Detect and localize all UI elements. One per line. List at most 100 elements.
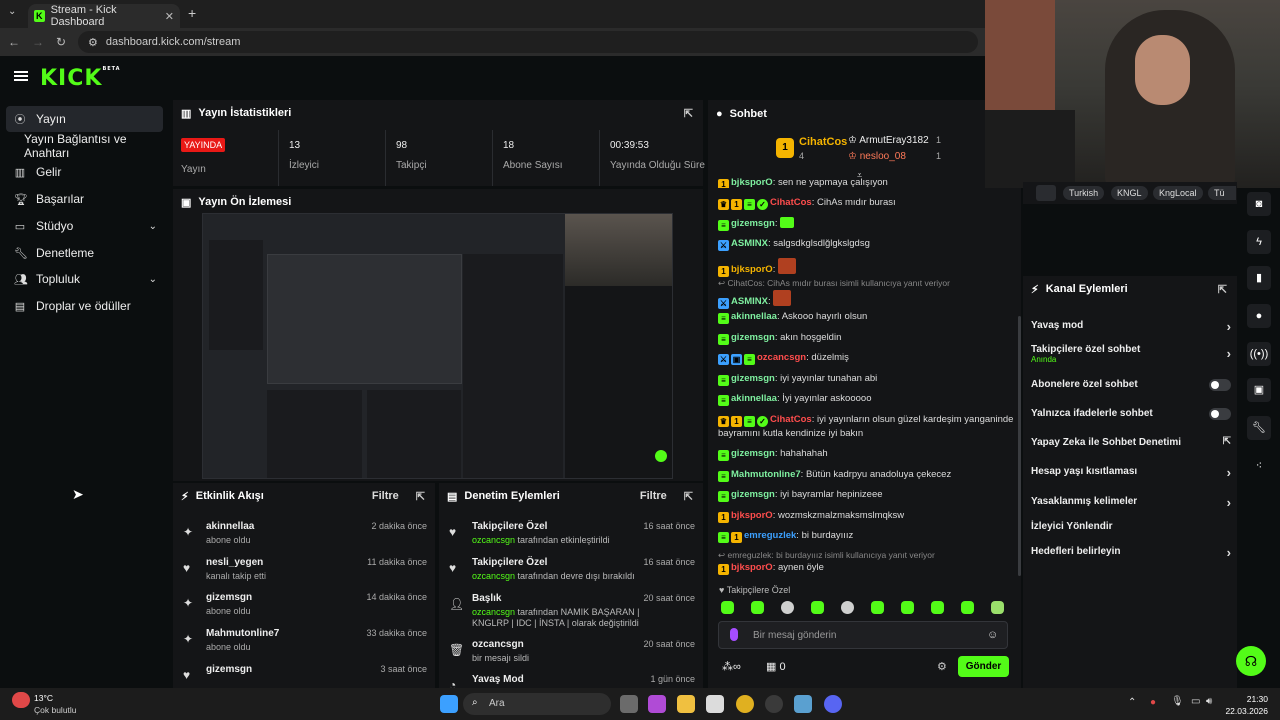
activity-user[interactable]: akinnellaa (206, 521, 254, 532)
chat-username[interactable]: CihatCos (770, 414, 812, 425)
broadcast-icon[interactable]: ((•)) (1247, 342, 1271, 366)
document-icon[interactable]: ▮ (1247, 266, 1271, 290)
sidebar-item-community[interactable]: 👥︎ Topluluk ⌄ (6, 266, 163, 292)
weather-desc[interactable]: Çok bulutlu (34, 705, 77, 715)
chat-username[interactable]: bjksporO (731, 264, 773, 275)
chat-username[interactable]: bjksporO (731, 562, 773, 573)
chat-username[interactable]: Mahmutonline7 (731, 469, 801, 480)
sidebar-item-drops[interactable]: ▤ Droplar ve ödüller (6, 293, 163, 319)
tray-display-icon[interactable]: ▭ (1191, 696, 1200, 707)
dots-icon[interactable]: ⁖ (1247, 454, 1271, 478)
action-raid[interactable]: İzleyici Yönlendir (1031, 521, 1231, 532)
emote-icon[interactable] (871, 601, 884, 614)
support-chat-button[interactable]: ☊ (1236, 646, 1266, 676)
action-account-age[interactable]: Hesap yaşı kısıtlaması › (1031, 465, 1231, 480)
kick-logo[interactable]: KICKBETA (40, 66, 121, 91)
chat-username[interactable]: akinnellaa (731, 311, 777, 322)
tray-speaker-icon[interactable]: 🔊︎ (1206, 696, 1212, 707)
tray-app-icon[interactable]: ● (1150, 697, 1156, 708)
chat-username[interactable]: gizemsgn (731, 489, 775, 500)
chat-username[interactable]: emreguzlek (744, 530, 796, 541)
expand-icon[interactable]: ⇱ (416, 490, 425, 503)
sidebar-item-stream-key[interactable]: Yayın Bağlantısı ve Anahtarı (16, 132, 173, 160)
chat-username[interactable]: ASMINX (731, 296, 768, 307)
windows-start-icon[interactable] (440, 695, 458, 713)
emote-icon[interactable] (931, 601, 944, 614)
chat-username[interactable]: gizemsgn (731, 448, 775, 459)
weather-icon[interactable] (12, 692, 30, 708)
emotes-only-toggle[interactable] (1209, 408, 1231, 420)
copilot-icon[interactable] (648, 695, 666, 713)
moderator-name[interactable]: ozcancsgn (472, 571, 515, 581)
emote-icon[interactable] (751, 601, 764, 614)
emoji-picker-icon[interactable]: ☺ (987, 629, 998, 641)
chat-username[interactable]: ASMINX (731, 238, 768, 249)
discord-icon[interactable] (824, 695, 842, 713)
sidebar-item-revenue[interactable]: ▥ Gelir (6, 159, 163, 185)
stream-tag[interactable]: Tü (1208, 186, 1236, 200)
microphone-icon[interactable] (730, 628, 738, 641)
chrome-icon[interactable] (736, 695, 754, 713)
weather-temp[interactable]: 13°C (34, 693, 53, 703)
action-ai-moderation[interactable]: Yapay Zeka ile Sohbet Denetimi ⇱ (1031, 436, 1231, 448)
emote-icon[interactable] (901, 601, 914, 614)
action-goals[interactable]: Hedefleri belirleyin › (1031, 545, 1231, 560)
send-button[interactable]: Gönder (958, 656, 1009, 677)
tray-mic-icon[interactable]: 🎙︎ (1171, 696, 1184, 707)
tab-search-icon[interactable]: ⌄ (8, 6, 16, 17)
stream-tag[interactable]: KngLocal (1153, 186, 1203, 200)
stream-preview-video[interactable] (202, 213, 673, 479)
activity-user[interactable]: Mahmutonline7 (206, 628, 279, 639)
subscribers-only-toggle[interactable] (1209, 379, 1231, 391)
store-icon[interactable] (706, 695, 724, 713)
chat-username[interactable]: gizemsgn (731, 332, 775, 343)
expand-icon[interactable]: ⇱ (684, 490, 693, 503)
site-info-icon[interactable]: ⚙ (88, 36, 98, 49)
sidebar-item-moderation[interactable]: 🔧︎ Denetleme (6, 240, 163, 266)
taskbar-search[interactable]: ⌕ Ara (463, 693, 611, 715)
back-icon[interactable]: ← (8, 35, 20, 49)
chat-bubble-icon[interactable]: ● (1247, 304, 1271, 328)
address-bar[interactable]: ⚙ dashboard.kick.com/stream (78, 31, 978, 53)
moderator-name[interactable]: ozcancsgn (472, 535, 515, 545)
sidebar-item-stream[interactable]: ⦿ Yayın (6, 106, 163, 132)
moderation-action[interactable]: ozcancsgn (472, 639, 524, 650)
chat-username[interactable]: akinnellaa (731, 393, 777, 404)
forward-icon[interactable]: → (32, 35, 44, 49)
task-view-icon[interactable] (620, 695, 638, 713)
gift-counter[interactable]: ▦ 0 (766, 660, 786, 673)
stream-tag[interactable]: KNGL (1111, 186, 1148, 200)
chat-username[interactable]: bjksporO (731, 510, 773, 521)
chat-settings-icon[interactable]: ⚙ (937, 660, 947, 673)
emote-icon[interactable] (841, 601, 854, 614)
activity-filter-button[interactable]: Filtre (372, 490, 399, 502)
close-tab-icon[interactable]: ✕ (165, 10, 174, 23)
menu-icon[interactable] (14, 71, 28, 81)
leaderboard-top-user[interactable]: CihatCos (799, 136, 847, 148)
taskbar-time[interactable]: 21:30 (1232, 694, 1268, 704)
chat-message-input[interactable]: Bir mesaj gönderin (718, 621, 1008, 649)
moderation-filter-button[interactable]: Filtre (640, 490, 667, 502)
emote-icon[interactable] (991, 601, 1004, 614)
stream-tag[interactable]: Turkish (1063, 186, 1105, 200)
emote-icon[interactable] (961, 601, 974, 614)
camera-icon[interactable]: ◙ (1247, 192, 1271, 216)
sidebar-item-studio[interactable]: ▭ Stüdyo ⌄ (6, 213, 163, 239)
tray-chevron-icon[interactable]: ⌃ (1128, 697, 1136, 708)
chat-username[interactable]: CihatCos (770, 197, 812, 208)
moderator-name[interactable]: ozcancsgn (472, 607, 515, 617)
leaderboard-second[interactable]: ♔ ArmutEray3182 (848, 135, 929, 146)
activity-user[interactable]: gizemsgn (206, 664, 252, 675)
activity-user[interactable]: nesli_yegen (206, 557, 263, 568)
users-icon[interactable]: ▣ (1247, 378, 1271, 402)
chat-username[interactable]: ozcancsgn (757, 352, 806, 363)
emote-icon[interactable] (781, 601, 794, 614)
expand-icon[interactable]: ⇱ (684, 107, 693, 120)
activity-user[interactable]: gizemsgn (206, 592, 252, 603)
expand-icon[interactable]: ⇱ (1218, 283, 1227, 296)
chat-scrollbar[interactable] (1018, 316, 1021, 576)
bolt-icon[interactable]: ϟ (1247, 230, 1271, 254)
action-banned-words[interactable]: Yasaklanmış kelimeler › (1031, 495, 1231, 510)
channel-points[interactable]: ⁂∞ (722, 660, 741, 673)
app-icon[interactable] (794, 695, 812, 713)
